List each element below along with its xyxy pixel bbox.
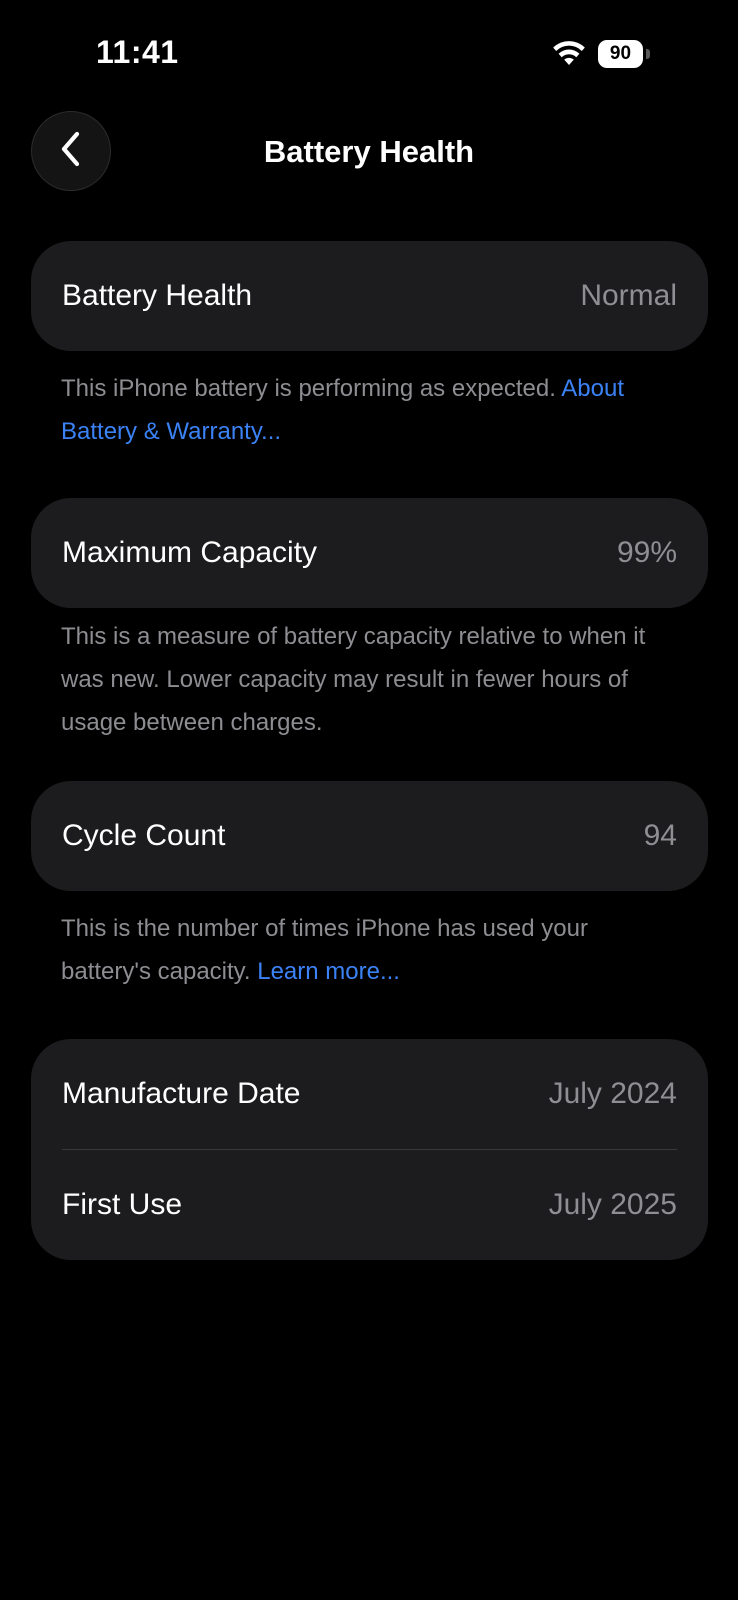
maximum-capacity-label: Maximum Capacity	[62, 536, 318, 569]
status-time: 11:41	[96, 34, 179, 70]
battery-tip	[646, 49, 650, 59]
battery-health-card: Battery Health Normal	[31, 241, 708, 351]
learn-more-link[interactable]: Learn more...	[257, 958, 400, 985]
maximum-capacity-row: Maximum Capacity 99%	[31, 498, 708, 608]
cycle-count-label: Cycle Count	[62, 819, 226, 852]
wifi-icon	[552, 40, 586, 68]
page-title: Battery Health	[263, 134, 475, 169]
manufacture-date-value: July 2024	[548, 1077, 677, 1110]
first-use-value: July 2025	[548, 1188, 677, 1221]
battery-health-row: Battery Health Normal	[31, 241, 708, 351]
status-bar: 11:41 90	[0, 0, 738, 110]
battery-health-footnote-text: This iPhone battery is performing as exp…	[61, 375, 562, 402]
battery-health-footnote: This iPhone battery is performing as exp…	[61, 367, 681, 453]
maximum-capacity-value: 99%	[616, 536, 677, 569]
maximum-capacity-footnote: This is a measure of battery capacity re…	[61, 623, 646, 736]
navigation-bar: Battery Health	[0, 110, 738, 192]
cycle-count-row: Cycle Count 94	[31, 781, 708, 891]
cycle-count-card: Cycle Count 94	[31, 781, 708, 891]
battery-health-label: Battery Health	[62, 279, 253, 312]
first-use-label: First Use	[62, 1188, 182, 1221]
manufacture-date-row: Manufacture Date July 2024	[31, 1039, 708, 1149]
maximum-capacity-card: Maximum Capacity 99%	[31, 498, 708, 608]
battery-level: 90	[598, 40, 643, 68]
battery-health-value: Normal	[580, 279, 677, 312]
cycle-count-value: 94	[643, 819, 677, 852]
manufacture-date-label: Manufacture Date	[62, 1077, 301, 1110]
battery-icon: 90	[598, 40, 650, 68]
first-use-row: First Use July 2025	[31, 1150, 708, 1260]
cycle-count-footnote: This is the number of times iPhone has u…	[61, 907, 681, 993]
dates-card: Manufacture Date July 2024 First Use Jul…	[31, 1039, 708, 1260]
